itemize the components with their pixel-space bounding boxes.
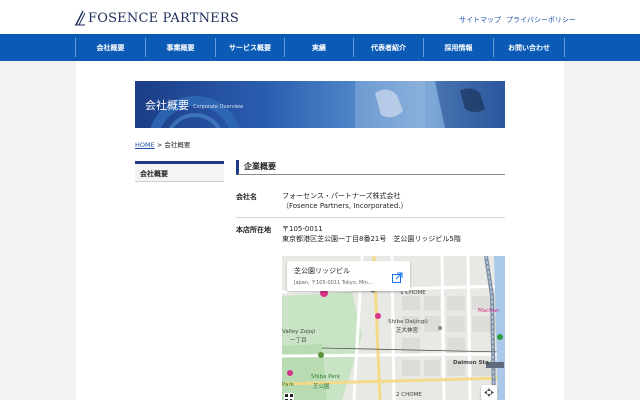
nav-item-recruit[interactable]: 採用情報	[424, 34, 493, 61]
postal-code: 〒105-0011	[282, 225, 323, 233]
open-in-maps-icon[interactable]	[391, 269, 403, 283]
privacy-policy-link[interactable]: プライバシーポリシー	[506, 15, 576, 25]
address-text: 東京都港区芝公園一丁目8番21号 芝公園リッジビル5階	[282, 235, 461, 243]
breadcrumb-home-link[interactable]: HOME	[135, 141, 155, 149]
company-name-label: 会社名	[236, 193, 257, 201]
map-label-shiba-daijingu-sub: 芝大神宮	[396, 328, 419, 334]
banner-photo	[150, 81, 505, 128]
sidebar-item-company[interactable]: 会社概要	[135, 164, 224, 182]
nav-item-representative[interactable]: 代表者紹介	[354, 34, 423, 61]
map-label-daimon-station: Daimon Sta	[453, 360, 489, 366]
map-label-machan: Machan	[478, 308, 500, 314]
map-label-shiba-park: Shiba Park	[311, 374, 341, 380]
company-name-value: フォーセンス・パートナーズ株式会社 （Fosence Partners, Inc…	[282, 191, 408, 211]
page-banner: 会社概要 Corporate Overview	[135, 81, 505, 128]
map-pan-control-icon[interactable]	[481, 385, 497, 400]
page-title: 会社概要	[145, 99, 189, 112]
nav-item-company[interactable]: 会社概要	[76, 34, 145, 61]
global-nav: 会社概要 事業概要 サービス概要 実績 代表者紹介 採用情報 お問い合わせ	[0, 34, 640, 61]
nav-divider	[564, 38, 565, 57]
map-label-valley-zojoji: Valley Zojoji	[282, 329, 316, 335]
breadcrumb: HOME > 会社概要	[135, 139, 190, 149]
map-label-valley-sub: ー丁目	[290, 338, 307, 344]
site-header: FOSENCE PARTNERS サイトマップ プライバシーポリシー	[0, 0, 640, 34]
map-qr-icon	[284, 388, 294, 400]
map-place-address: Japan, 〒105-0011 Tokyo, Min...	[294, 280, 373, 286]
company-name-ja: フォーセンス・パートナーズ株式会社	[282, 192, 401, 200]
logo-mark-icon	[74, 10, 86, 26]
map-place-card[interactable]: 芝公園リッジビル Japan, 〒105-0011 Tokyo, Min...	[287, 261, 410, 291]
address-label: 本店所在地	[236, 226, 271, 234]
row-divider	[236, 217, 505, 218]
page-subtitle: Corporate Overview	[193, 104, 244, 110]
company-name-en: （Fosence Partners, Incorporated.）	[282, 202, 408, 210]
nav-item-results[interactable]: 実績	[285, 34, 353, 61]
nav-item-services[interactable]: サービス概要	[216, 34, 284, 61]
sitemap-link[interactable]: サイトマップ	[459, 15, 501, 25]
breadcrumb-current: 会社概要	[164, 141, 191, 149]
map-label-shiba-park-sub: 芝公園	[313, 384, 330, 390]
site-logo[interactable]: FOSENCE PARTNERS	[74, 9, 239, 27]
address-value: 〒105-0011 東京都港区芝公園一丁目8番21号 芝公園リッジビル5階	[282, 224, 461, 244]
embedded-map[interactable]: 1 CHOME 2 CHOME Valley Zojoji ー丁目 Shiba …	[282, 256, 505, 400]
map-place-title: 芝公園リッジビル	[294, 267, 350, 275]
breadcrumb-separator: >	[156, 141, 163, 149]
map-label-2chome: 2 CHOME	[396, 392, 422, 398]
nav-item-business[interactable]: 事業概要	[146, 34, 215, 61]
nav-item-contact[interactable]: お問い合わせ	[494, 34, 564, 61]
map-label-shiba-daijingu: Shiba Daijingū	[388, 319, 428, 325]
logo-text: FOSENCE PARTNERS	[88, 10, 239, 26]
section-title: 企業概要	[236, 160, 505, 175]
